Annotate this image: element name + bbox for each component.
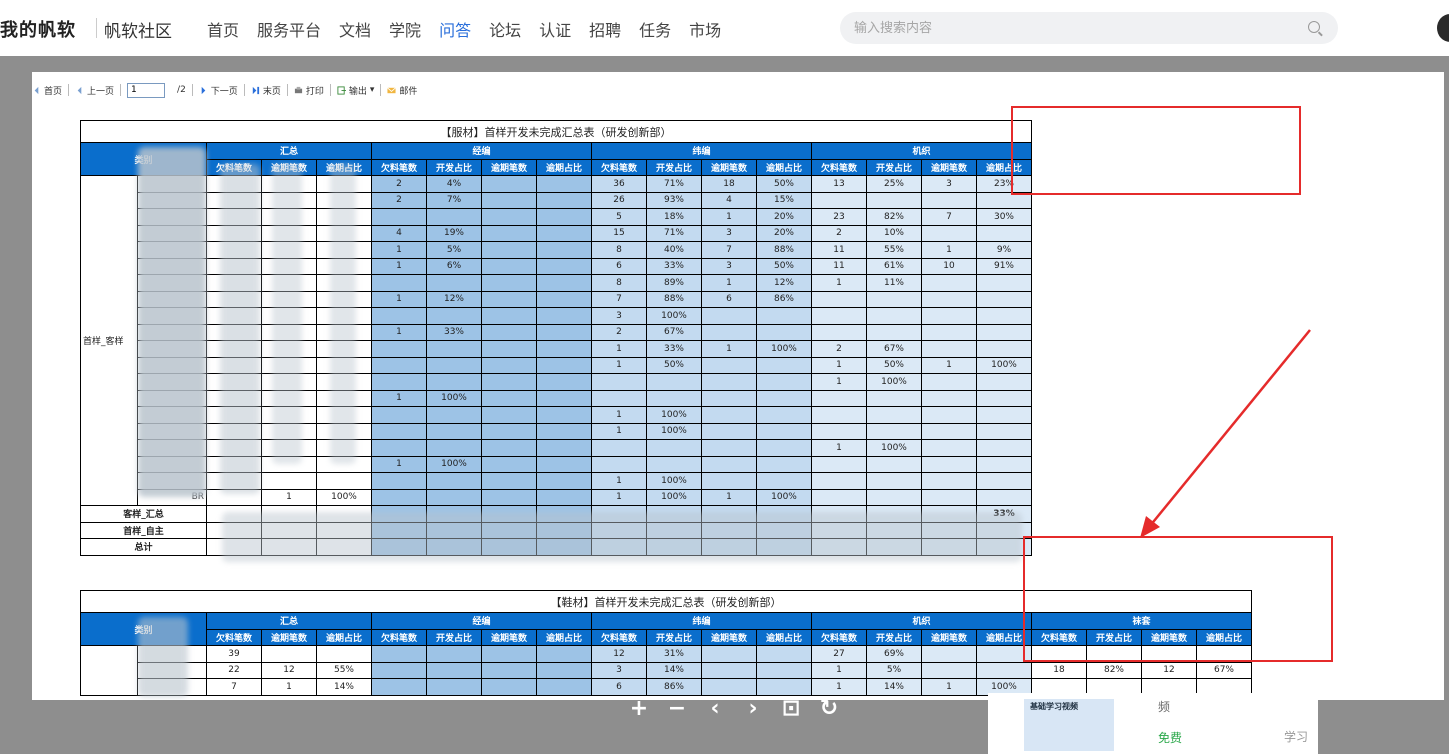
promo-free: 免费	[1158, 731, 1183, 745]
zoom-out-button[interactable]: −	[666, 696, 688, 721]
viewer-controls: + − ‹ › ⊡ ↻	[628, 696, 840, 721]
rotate-icon[interactable]: ↻	[818, 696, 840, 721]
promo-title: 基础学习视频	[1030, 702, 1078, 711]
annotation-arrow	[1140, 329, 1311, 538]
promo-learn: 学习	[1284, 730, 1309, 744]
prev-image-button[interactable]: ‹	[704, 696, 726, 721]
zoom-in-button[interactable]: +	[628, 696, 650, 721]
next-image-button[interactable]: ›	[742, 696, 764, 721]
promo-text: 频	[1158, 700, 1171, 714]
fit-icon[interactable]: ⊡	[780, 696, 802, 721]
promo-card[interactable]: 基础学习视频 频 免费 学习	[988, 693, 1318, 754]
